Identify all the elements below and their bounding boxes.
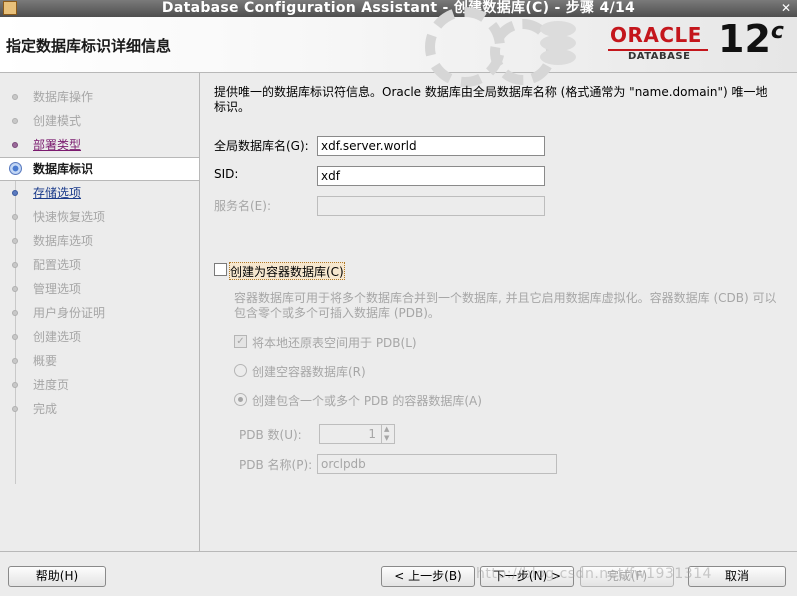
step-dot-icon <box>12 310 18 316</box>
step-item[interactable]: 存储选项 <box>0 182 199 204</box>
step-label: 用户身份证明 <box>33 306 106 320</box>
step-dot-icon <box>12 382 18 388</box>
step-item: 创建模式 <box>0 110 199 132</box>
steps-sidebar: 数据库操作 创建模式 部署类型 数据库标识 存储选项 快速恢复选项 数据库选项 … <box>0 73 200 551</box>
step-item: 管理选项 <box>0 278 199 300</box>
service-name-input[interactable] <box>317 196 545 216</box>
sid-input[interactable]: xdf <box>317 166 545 186</box>
version-number: 12 <box>718 17 771 61</box>
step-dot-icon <box>12 358 18 364</box>
pdb-name-label: PDB 名称(P): <box>239 458 313 472</box>
database-decoration-icon <box>540 49 576 65</box>
step-dot-icon <box>12 94 18 100</box>
oracle-logo: ORACLE <box>610 23 702 47</box>
service-name-label: 服务名(E): <box>214 199 271 213</box>
window-title: Database Configuration Assistant - 创建数据库… <box>161 0 636 16</box>
step-item: 配置选项 <box>0 254 199 276</box>
step-label: 数据库操作 <box>33 90 94 104</box>
step-item: 进度页 <box>0 374 199 396</box>
title-bar: Database Configuration Assistant - 创建数据库… <box>0 0 797 17</box>
step-label: 管理选项 <box>33 282 82 296</box>
current-step-icon <box>9 162 22 175</box>
pdb-count-label: PDB 数(U): <box>239 428 302 442</box>
step-dot-icon <box>12 406 18 412</box>
step-item: 快速恢复选项 <box>0 206 199 228</box>
global-db-name-label: 全局数据库名(G): <box>214 139 309 153</box>
local-undo-checkbox[interactable]: ✓ <box>234 335 247 348</box>
step-dot-icon <box>12 238 18 244</box>
step-item: 用户身份证明 <box>0 302 199 324</box>
step-item: 创建选项 <box>0 326 199 348</box>
step-label: 进度页 <box>33 378 70 392</box>
container-db-label[interactable]: 创建为容器数据库(C) <box>230 263 344 280</box>
empty-cdb-radio[interactable] <box>234 364 247 377</box>
pdb-name-input[interactable]: orclpdb <box>317 454 557 474</box>
step-label: 完成 <box>33 402 58 416</box>
help-button[interactable]: 帮助(H) <box>8 566 106 587</box>
step-item[interactable]: 部署类型 <box>0 134 199 156</box>
step-label: 创建选项 <box>33 330 82 344</box>
container-db-checkbox[interactable] <box>214 263 227 276</box>
step-dot-icon <box>12 142 18 148</box>
step-label: 数据库标识 <box>33 162 94 176</box>
back-button[interactable]: < 上一步(B) <box>381 566 475 587</box>
step-label: 配置选项 <box>33 258 82 272</box>
global-db-name-input[interactable]: xdf.server.world <box>317 136 545 156</box>
step-label: 快速恢复选项 <box>33 210 106 224</box>
empty-cdb-label: 创建空容器数据库(R) <box>252 365 366 379</box>
step-item: 完成 <box>0 398 199 420</box>
step-item-current: 数据库标识 <box>0 157 199 181</box>
header-banner: 指定数据库标识详细信息 ORACLE DATABASE 12c <box>0 7 797 87</box>
step-dot-icon <box>12 334 18 340</box>
step-label: 概要 <box>33 354 58 368</box>
spinner-down-icon[interactable]: ▼ <box>384 434 389 442</box>
pdb-count-spinner[interactable]: ▲ ▼ <box>381 424 394 444</box>
step-dot-icon <box>12 262 18 268</box>
sid-label: SID: <box>214 167 239 181</box>
main-panel: 提供唯一的数据库标识符信息。Oracle 数据库由全局数据库名称 (格式通常为 … <box>200 73 797 551</box>
dbca-window: Database Configuration Assistant - 创建数据库… <box>0 0 797 596</box>
watermark-text: http://blog.csdn.net/fw1931314 <box>476 566 712 582</box>
page-title: 指定数据库标识详细信息 <box>6 37 172 55</box>
close-icon[interactable]: ✕ <box>779 1 793 15</box>
intro-text: 提供唯一的数据库标识符信息。Oracle 数据库由全局数据库名称 (格式通常为 … <box>214 85 768 114</box>
step-item: 数据库操作 <box>0 86 199 108</box>
step-dot-icon <box>12 286 18 292</box>
pdb-cdb-label: 创建包含一个或多个 PDB 的容器数据库(A) <box>252 394 482 408</box>
version-logo: 12c <box>718 17 784 61</box>
step-label[interactable]: 部署类型 <box>33 134 81 156</box>
container-db-description: 容器数据库可用于将多个数据库合并到一个数据库, 并且它启用数据库虚拟化。容器数据… <box>234 291 777 320</box>
step-item: 数据库选项 <box>0 230 199 252</box>
pdb-cdb-radio[interactable] <box>234 393 247 406</box>
local-undo-label: 将本地还原表空间用于 PDB(L) <box>252 336 417 350</box>
step-dot-icon <box>12 190 18 196</box>
step-dot-icon <box>12 214 18 220</box>
version-suffix: c <box>770 19 784 44</box>
step-label: 创建模式 <box>33 114 82 128</box>
step-item: 概要 <box>0 350 199 372</box>
step-label[interactable]: 存储选项 <box>33 182 81 204</box>
step-dot-icon <box>12 118 18 124</box>
spinner-up-icon[interactable]: ▲ <box>384 425 389 433</box>
oracle-database-label: DATABASE <box>628 51 691 62</box>
step-label: 数据库选项 <box>33 234 94 248</box>
